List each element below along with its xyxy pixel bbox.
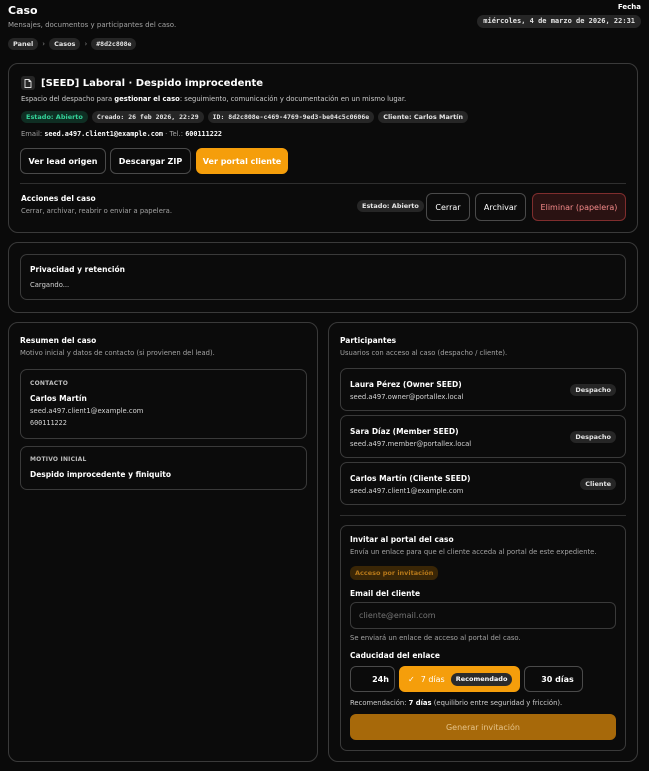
participant-email: seed.a497.owner@portallex.local [350, 393, 464, 401]
expiry-option-7d[interactable]: ✓ 7 días Recomendado [399, 666, 520, 692]
case-title: [SEED] Laboral · Despido improcedente [41, 77, 264, 89]
check-icon: ✓ [408, 674, 415, 684]
expiry-option-30d[interactable]: 30 días [524, 666, 583, 692]
invite-title: Invitar al portal del caso [350, 535, 454, 544]
case-card: [SEED] Laboral · Despido improcedente Es… [8, 63, 638, 233]
actions-title: Acciones del caso [21, 194, 96, 203]
id-badge: ID: 8d2c808e-c469-4769-9ed3-be04c5c0606e [207, 111, 375, 123]
email-help-text: Se enviará un enlace de acceso al portal… [350, 634, 521, 642]
divider [20, 183, 626, 184]
close-case-button[interactable]: Cerrar [426, 193, 470, 221]
participant-role-badge: Cliente [580, 478, 616, 490]
invite-access-badge: Acceso por invitación [350, 566, 439, 580]
reason-value: Despido improcedente y finiquito [30, 470, 172, 479]
participant-email: seed.a497.client1@example.com [350, 487, 464, 495]
breadcrumb-panel[interactable]: Panel [8, 38, 39, 50]
participant-row: Laura Pérez (Owner SEED) seed.a497.owner… [340, 368, 626, 411]
view-lead-button[interactable]: Ver lead origen [20, 148, 106, 174]
contact-line: Email: seed.a497.client1@example.com · T… [21, 130, 223, 138]
privacy-panel: Privacidad y retención Cargando... [20, 254, 626, 300]
invite-description: Envía un enlace para que el cliente acce… [350, 548, 597, 556]
contact-email: seed.a497.client1@example.com [30, 407, 144, 415]
generate-invitation-button[interactable]: Generar invitación [350, 714, 616, 740]
privacy-title: Privacidad y retención [30, 265, 125, 274]
delete-case-button[interactable]: Eliminar (papelera) [532, 193, 626, 221]
participant-role-badge: Despacho [570, 384, 616, 396]
expiry-label: Caducidad del enlace [350, 651, 440, 660]
created-badge: Creado: 26 feb 2026, 22:29 [91, 111, 204, 123]
summary-title: Resumen del caso [20, 336, 97, 345]
participants-card: Participantes Usuarios con acceso al cas… [328, 322, 638, 762]
client-badge: Cliente: Carlos Martín [378, 111, 469, 123]
document-icon [21, 76, 35, 90]
reason-label: MOTIVO INICIAL [30, 456, 87, 463]
archive-case-button[interactable]: Archivar [475, 193, 526, 221]
date-label: Fecha [617, 3, 641, 11]
participant-name: Sara Díaz (Member SEED) [350, 427, 459, 436]
view-portal-button[interactable]: Ver portal cliente [196, 148, 288, 174]
download-zip-button[interactable]: Descargar ZIP [110, 148, 191, 174]
participant-row: Carlos Martín (Cliente SEED) seed.a497.c… [340, 462, 626, 505]
email-field-label: Email del cliente [350, 589, 421, 598]
status-badge: Estado: Abierto [21, 111, 88, 123]
actions-description: Cerrar, archivar, reabrir o enviar a pap… [21, 207, 172, 215]
contact-panel: CONTACTO Carlos Martín seed.a497.client1… [20, 369, 307, 439]
breadcrumb-case-id: #8d2c808e [91, 38, 137, 50]
participant-name: Carlos Martín (Cliente SEED) [350, 474, 471, 483]
case-description: Espacio del despacho para gestionar el c… [21, 95, 407, 103]
summary-description: Motivo inicial y datos de contacto (si p… [20, 349, 215, 357]
chevron-right-icon: › [84, 40, 88, 48]
privacy-loading: Cargando... [30, 281, 70, 289]
divider [340, 515, 626, 516]
contact-name: Carlos Martín [30, 394, 87, 403]
participant-row: Sara Díaz (Member SEED) seed.a497.member… [340, 415, 626, 458]
participant-role-badge: Despacho [570, 431, 616, 443]
recommended-badge: Recomendado [450, 672, 513, 686]
expiry-option-24h[interactable]: 24h [350, 666, 395, 692]
date-value: miércoles, 4 de marzo de 2026, 22:31 [477, 15, 641, 28]
page-subtitle: Mensajes, documentos y participantes del… [8, 21, 177, 29]
breadcrumb-casos[interactable]: Casos [49, 38, 81, 50]
contact-phone: 600111222 [30, 419, 67, 427]
participant-email: seed.a497.member@portallex.local [350, 440, 472, 448]
participants-title: Participantes [340, 336, 397, 345]
invite-panel: Invitar al portal del caso Envía un enla… [340, 525, 626, 751]
participants-description: Usuarios con acceso al caso (despacho / … [340, 349, 508, 357]
breadcrumb: Panel › Casos › #8d2c808e [8, 38, 137, 50]
contact-label: CONTACTO [30, 380, 68, 387]
privacy-card: Privacidad y retención Cargando... [8, 242, 638, 313]
participant-name: Laura Pérez (Owner SEED) [350, 380, 462, 389]
recommendation-text: Recomendación: 7 días (equilibrio entre … [350, 699, 563, 707]
summary-card: Resumen del caso Motivo inicial y datos … [8, 322, 318, 762]
client-email-input[interactable] [350, 602, 616, 629]
reason-panel: MOTIVO INICIAL Despido improcedente y fi… [20, 446, 307, 490]
chevron-right-icon: › [42, 40, 46, 48]
actions-status-badge: Estado: Abierto [357, 200, 424, 212]
page-title: Caso [8, 4, 38, 17]
